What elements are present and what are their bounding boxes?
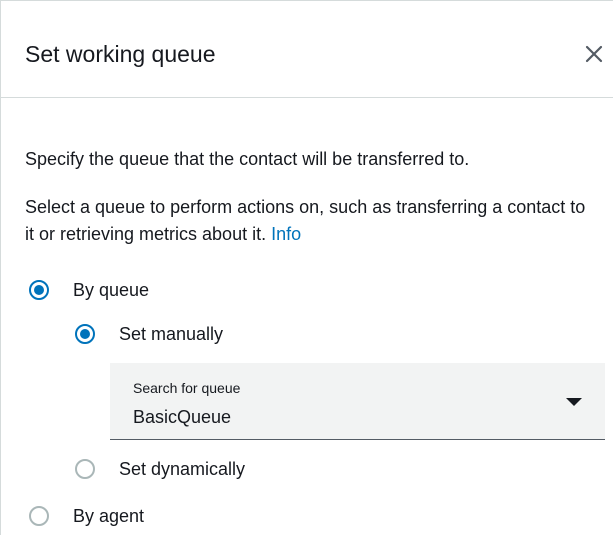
radio-by-queue-indicator[interactable] [29,280,49,300]
radio-by-queue[interactable]: By queue [29,278,149,302]
queue-select-label: Search for queue [133,380,241,396]
help-text-body: Select a queue to perform actions on, su… [25,197,586,244]
close-button[interactable] [579,39,609,69]
radio-set-dynamically[interactable]: Set dynamically [75,457,245,481]
description-text: Specify the queue that the contact will … [25,149,470,169]
radio-set-dynamically-indicator[interactable] [75,459,95,479]
help-text: Select a queue to perform actions on, su… [25,194,595,248]
radio-by-agent-label: By agent [73,506,145,526]
radio-set-manually[interactable]: Set manually [75,322,223,346]
info-link[interactable]: Info [271,224,301,244]
set-working-queue-panel: Set working queue Specify the queue that… [0,0,613,535]
radio-set-dynamically-label: Set dynamically [119,459,246,479]
radio-by-agent-indicator[interactable] [29,506,49,526]
radio-by-agent[interactable]: By agent [29,504,144,528]
panel-header: Set working queue [1,1,613,98]
panel-title: Set working queue [25,41,216,67]
caret-down-icon[interactable] [566,398,582,406]
radio-set-manually-indicator[interactable] [75,324,95,344]
radio-by-queue-label: By queue [73,280,150,300]
queue-select-value: BasicQueue [133,407,232,427]
queue-select[interactable]: Search for queue BasicQueue [110,363,605,440]
radio-set-manually-label: Set manually [119,324,224,344]
close-icon [585,45,603,63]
